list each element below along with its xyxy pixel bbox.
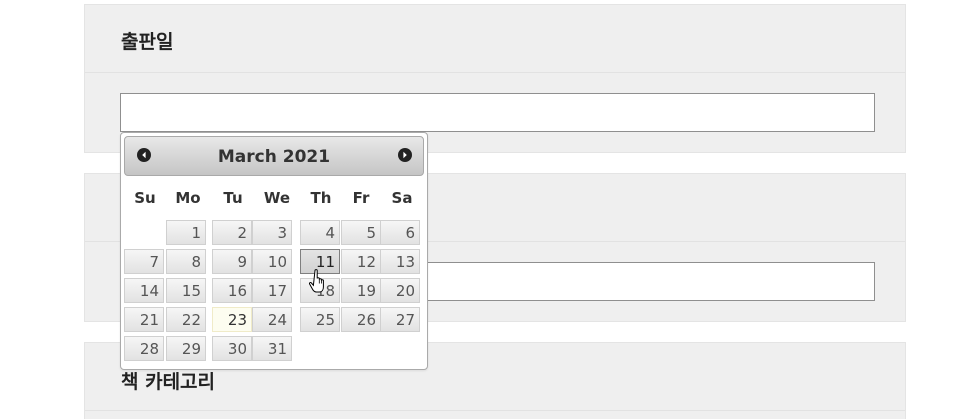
day-cell-25[interactable]: 25	[300, 307, 340, 332]
publish-date-input[interactable]	[120, 93, 875, 132]
publish-date-header: 출판일	[85, 5, 905, 73]
publish-date-section: 출판일	[84, 4, 906, 153]
day-cell-30[interactable]: 30	[212, 336, 252, 361]
day-cell-19[interactable]: 19	[341, 278, 381, 303]
weekday-th: Th	[310, 189, 332, 207]
day-cell-6[interactable]: 6	[380, 220, 420, 245]
day-cell-10[interactable]: 10	[252, 249, 292, 274]
day-cell-13[interactable]: 13	[380, 249, 420, 274]
weekday-header-row: Su Mo Tu We Th Fr Sa	[124, 185, 424, 211]
day-cell-14[interactable]: 14	[124, 278, 164, 303]
day-cell-5[interactable]: 5	[341, 220, 381, 245]
datepicker-month: March	[217, 147, 277, 167]
day-cell-4[interactable]: 4	[300, 220, 340, 245]
day-cell-8[interactable]: 8	[166, 249, 206, 274]
weekday-tu: Tu	[223, 189, 243, 207]
hand-pointer-icon	[308, 268, 327, 294]
day-cell-29[interactable]: 29	[166, 336, 206, 361]
chevron-right-icon[interactable]	[398, 148, 412, 162]
day-cell-27[interactable]: 27	[380, 307, 420, 332]
datepicker: March 2021 Su Mo Tu We Th Fr Sa 1 2 3 4 5 6 7 8 9 10 11 1…	[120, 132, 428, 370]
datepicker-year: 2021	[282, 147, 331, 167]
day-cell-22[interactable]: 22	[166, 307, 206, 332]
weekday-mo: Mo	[175, 189, 201, 207]
weekday-fr: Fr	[352, 189, 370, 207]
day-cell-17[interactable]: 17	[252, 278, 292, 303]
day-cell-7[interactable]: 7	[124, 249, 164, 274]
weekday-su: Su	[134, 189, 156, 207]
day-cell-28[interactable]: 28	[124, 336, 164, 361]
publish-date-label: 출판일	[121, 31, 174, 53]
day-cell-21[interactable]: 21	[124, 307, 164, 332]
day-cell-3[interactable]: 3	[252, 220, 292, 245]
datepicker-header: March 2021	[124, 136, 424, 176]
weekday-we: We	[263, 189, 291, 207]
day-cell-31[interactable]: 31	[252, 336, 292, 361]
datepicker-title: March 2021	[125, 147, 423, 167]
day-cell-15[interactable]: 15	[166, 278, 206, 303]
day-cell-20[interactable]: 20	[380, 278, 420, 303]
day-cell-26[interactable]: 26	[341, 307, 381, 332]
book-category-label: 책 카테고리	[121, 371, 216, 393]
day-cell-9[interactable]: 9	[212, 249, 252, 274]
weekday-sa: Sa	[391, 189, 413, 207]
page: 출판일 책 카테고리 March 2021 Su Mo Tu We Th Fr …	[0, 0, 962, 419]
day-cell-23[interactable]: 23	[212, 307, 252, 332]
day-cell-12[interactable]: 12	[341, 249, 381, 274]
day-cell-1[interactable]: 1	[166, 220, 206, 245]
day-cell-24[interactable]: 24	[252, 307, 292, 332]
day-cell-16[interactable]: 16	[212, 278, 252, 303]
day-cell-2[interactable]: 2	[212, 220, 252, 245]
